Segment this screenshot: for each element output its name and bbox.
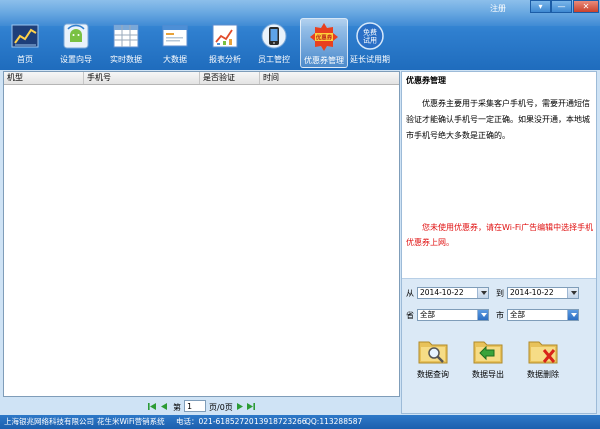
from-label: 从 — [406, 289, 414, 298]
province-label: 省 — [406, 311, 414, 320]
province-select[interactable]: 全部 — [417, 309, 489, 321]
android-wifi-icon — [63, 23, 89, 49]
first-page-icon[interactable] — [148, 402, 157, 411]
coupon-data-table[interactable]: 机型 手机号 是否验证 时间 — [3, 71, 400, 397]
nav-big-data[interactable]: 大数据 — [151, 18, 199, 68]
from-date-picker[interactable]: 2014-10-22 — [417, 287, 489, 299]
nav-extend-trial[interactable]: 免费 试用 延长试用期 — [346, 18, 394, 68]
window-close-button[interactable]: ✕ — [573, 0, 599, 13]
data-delete-label: 数据删除 — [527, 370, 559, 379]
nav-report-analysis[interactable]: 报表分析 — [201, 18, 249, 68]
trial-badge-line2: 试用 — [363, 36, 377, 45]
page-prefix: 第 — [173, 403, 181, 412]
chevron-down-icon[interactable] — [477, 288, 488, 298]
nav-label-realtime: 实时数据 — [110, 55, 142, 64]
status-product: 花生米WiFi营销系统 — [97, 417, 165, 426]
to-label: 到 — [496, 289, 504, 298]
page-number-input[interactable] — [184, 400, 206, 412]
nav-label-staff: 员工管控 — [258, 55, 290, 64]
city-value: 全部 — [510, 310, 525, 319]
nav-label-report: 报表分析 — [209, 55, 241, 64]
status-bar: 上海银兆网络科技有限公司 花生米WiFi营销系统 电话：021-61852720… — [0, 415, 600, 429]
nav-realtime-data[interactable]: 实时数据 — [102, 18, 150, 68]
nav-label-home: 首页 — [17, 55, 33, 64]
last-page-icon[interactable] — [246, 402, 255, 411]
column-header-time[interactable]: 时间 — [260, 72, 399, 84]
data-export-label: 数据导出 — [472, 370, 504, 379]
page-total: 页/0页 — [209, 403, 233, 412]
coupon-badge-text: 优惠券 — [316, 34, 333, 42]
report-chart-icon — [212, 24, 238, 48]
province-value: 全部 — [420, 310, 435, 319]
data-query-label: 数据查询 — [417, 370, 449, 379]
grid-table-icon — [113, 24, 139, 48]
folder-delete-icon — [528, 341, 558, 364]
pagination-bar: 第 页/0页 — [3, 398, 400, 415]
data-query-button[interactable]: 数据查询 — [412, 336, 454, 386]
register-link[interactable]: 注册 — [490, 3, 506, 14]
coupon-notice: 您未使用优惠券，请在Wi-Fi广告编辑中选择手机优惠券上网。 — [406, 223, 594, 247]
column-header-verified[interactable]: 是否验证 — [200, 72, 260, 84]
nav-label-coupon: 优惠券管理 — [304, 56, 344, 65]
panel-description: 优惠券主要用于采集客户手机号，需要开通短信验证才能确认手机号一定正确。如果没开通… — [406, 99, 590, 140]
status-phone: 电话：021-61852720 — [176, 417, 254, 426]
next-page-icon[interactable] — [235, 402, 244, 411]
nav-setup-wizard[interactable]: 设置向导 — [52, 18, 100, 68]
chevron-down-icon[interactable] — [567, 310, 578, 320]
nav-label-setup: 设置向导 — [60, 55, 92, 64]
nav-staff-control[interactable]: 员工管控 — [250, 18, 298, 68]
from-date-value: 2014-10-22 — [420, 288, 464, 297]
prev-page-icon[interactable] — [160, 402, 169, 411]
free-trial-icon: 免费 试用 — [356, 22, 384, 50]
phone-control-icon — [261, 23, 287, 49]
window-menu-button[interactable]: ▾ — [530, 0, 551, 13]
column-header-phone[interactable]: 手机号 — [84, 72, 200, 84]
top-banner: 注册 ▾ — ✕ 首页 设置向导 实时数据 大数据 报表分析 员工管控 优惠券 … — [0, 0, 600, 70]
chevron-down-icon[interactable] — [477, 310, 488, 320]
status-company: 上海银兆网络科技有限公司 — [4, 417, 94, 426]
table-header: 机型 手机号 是否验证 时间 — [4, 72, 399, 85]
nav-label-bigdata: 大数据 — [163, 55, 187, 64]
browser-window-icon — [162, 25, 188, 47]
data-delete-button[interactable]: 数据删除 — [522, 336, 564, 386]
nav-coupon-management[interactable]: 优惠券 优惠券管理 — [300, 18, 348, 68]
folder-export-icon — [473, 341, 503, 364]
city-select[interactable]: 全部 — [507, 309, 579, 321]
coupon-icon: 优惠券 — [310, 23, 338, 51]
column-header-model[interactable]: 机型 — [4, 72, 84, 84]
status-mobile: 13918723266 — [254, 417, 307, 426]
nav-label-trial: 延长试用期 — [350, 55, 390, 64]
to-date-picker[interactable]: 2014-10-22 — [507, 287, 579, 299]
to-date-value: 2014-10-22 — [510, 288, 554, 297]
chevron-down-icon[interactable] — [567, 288, 578, 298]
panel-title: 优惠券管理 — [406, 76, 446, 85]
folder-search-icon — [418, 341, 448, 364]
status-qq: QQ:113288587 — [305, 417, 363, 426]
nav-home[interactable]: 首页 — [1, 18, 49, 68]
window-minimize-button[interactable]: — — [551, 0, 572, 13]
home-chart-icon — [11, 24, 39, 48]
trial-badge-line1: 免费 — [363, 28, 377, 37]
coupon-info-panel: 优惠券管理 优惠券主要用于采集客户手机号，需要开通短信验证才能确认手机号一定正确… — [401, 71, 597, 414]
data-export-button[interactable]: 数据导出 — [467, 336, 509, 386]
city-label: 市 — [496, 311, 504, 320]
